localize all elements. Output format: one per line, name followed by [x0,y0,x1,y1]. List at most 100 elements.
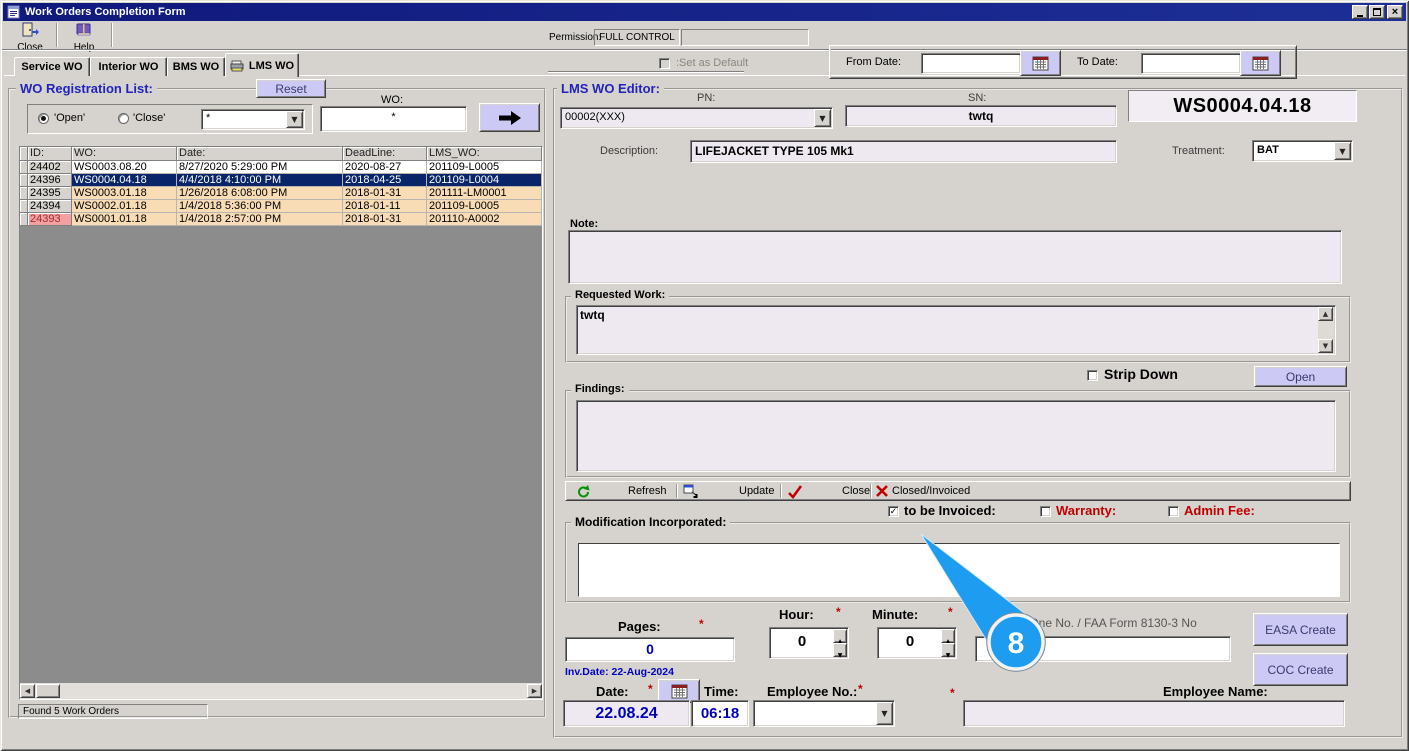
tab-lms-wo-label: LMS WO [248,59,295,72]
update-button[interactable]: Update [680,483,780,500]
cell-date: 1/4/2018 2:57:00 PM [177,213,343,226]
chevron-down-icon[interactable]: ▼ [286,111,303,128]
wo-filter-label: WO: [381,94,403,106]
close-wo-button[interactable]: Close [784,483,876,500]
admin-fee-checkbox[interactable] [1168,506,1179,517]
pages-input[interactable]: 0 [565,637,735,662]
required-asterisk: * [858,682,863,696]
modification-label: Modification Incorporated: [571,515,731,529]
close-window-button[interactable]: × [1387,5,1403,19]
refresh-button[interactable]: Refresh [572,483,672,500]
cell-id: 24396 [28,174,72,187]
toolbar-separator [111,23,113,47]
reset-button[interactable]: Reset [256,79,326,98]
time-field[interactable]: 06:18 [691,700,749,727]
form-one-input[interactable] [975,636,1231,662]
permission-extra-box [681,29,809,46]
red-check-icon [788,485,803,499]
col-header-lms-wo[interactable]: LMS_WO: [427,147,542,161]
minimize-icon [1357,14,1363,17]
to-be-invoiced-label: to be Invoiced: [904,503,996,518]
chevron-down-icon[interactable]: ▼ [876,702,893,725]
restore-button[interactable] [1369,5,1385,19]
toolbar-help-button[interactable]: Help [61,22,107,53]
employee-name-field[interactable] [963,700,1345,727]
description-field[interactable]: LIFEJACKET TYPE 105 Mk1 [690,140,1117,163]
action-separator [870,484,872,498]
closed-invoiced-button[interactable]: Closed/Invoiced [874,483,1014,500]
grid-horizontal-scrollbar[interactable]: ◀ ▶ [20,683,542,699]
search-go-button[interactable] [479,103,540,132]
col-header-date[interactable]: Date: [177,147,343,161]
minute-spin-up[interactable]: ▲ [941,629,955,645]
down-arrow-icon: ▼ [837,652,843,659]
col-header-id[interactable]: ID: [28,147,72,161]
cell-deadline: 2018-01-31 [343,213,427,226]
from-date-calendar-button[interactable] [1020,50,1061,76]
wo-filter-input[interactable]: * [320,106,467,132]
open-radio[interactable] [38,113,49,124]
permission-value-box: FULL CONTROL [594,29,680,46]
admin-fee-label: Admin Fee: [1184,503,1255,518]
cell-wo: WS0002.01.18 [72,200,177,213]
open-button[interactable]: Open [1254,366,1347,387]
scroll-left-arrow[interactable]: ◀ [20,684,35,698]
calendar-icon [671,684,687,698]
row-header-cell [20,213,28,226]
from-date-input[interactable] [921,53,1021,74]
sn-field[interactable]: twtq [845,105,1117,127]
pn-value: 00002(XXX) [565,111,625,123]
pn-combobox[interactable]: 00002(XXX) ▼ [560,107,833,129]
to-date-input[interactable] [1141,53,1241,74]
chevron-down-icon[interactable]: ▼ [1334,142,1351,160]
requested-work-value: twtq [580,308,605,322]
treatment-label: Treatment: [1172,145,1225,157]
to-date-calendar-button[interactable] [1240,50,1281,76]
tab-lms-wo-active[interactable]: LMS WO [225,53,299,77]
coc-create-button[interactable]: COC Create [1253,653,1348,686]
scrollbar-thumb[interactable] [36,684,60,698]
cell-wo: WS0003.08.20 [72,161,177,174]
minimize-button[interactable] [1352,5,1368,19]
scroll-up-arrow[interactable]: ▲ [1318,307,1333,321]
update-label: Update [739,485,775,497]
grid-corner [20,147,28,161]
close-radio[interactable] [118,113,129,124]
date-field[interactable]: 22.08.24 [563,700,690,727]
set-as-default-divider [548,71,744,73]
scroll-down-arrow[interactable]: ▼ [1318,339,1333,353]
strip-down-checkbox[interactable] [1087,370,1098,381]
easa-create-button[interactable]: EASA Create [1253,613,1348,646]
treatment-combobox[interactable]: BAT ▼ [1252,140,1353,162]
list-filter-combobox[interactable]: * ▼ [201,109,305,130]
tab-service-wo[interactable]: Service WO [14,57,90,76]
required-asterisk: * [699,617,704,631]
col-header-wo[interactable]: WO: [72,147,177,161]
chevron-down-icon[interactable]: ▼ [814,109,831,127]
minute-stepper[interactable]: 0 ▲ ▼ [877,627,957,659]
employee-no-combobox[interactable]: ▼ [753,700,895,727]
modification-textarea[interactable] [578,543,1340,597]
vertical-scrollbar[interactable]: ▲ ▼ [1318,307,1334,353]
action-separator [676,484,678,498]
editor-action-bar: Refresh Update Close Closed/Invoiced [565,481,1351,501]
requested-work-textarea[interactable]: twtq ▲ ▼ [576,305,1336,355]
warranty-checkbox[interactable] [1040,506,1051,517]
tab-bms-wo[interactable]: BMS WO [167,57,225,76]
minute-spin-down[interactable]: ▼ [941,643,955,659]
hour-spin-up[interactable]: ▲ [833,629,847,645]
status-bar: Found 5 Work Orders [18,704,208,719]
employee-no-label: Employee No.: [767,684,858,699]
hour-spin-down[interactable]: ▼ [833,643,847,659]
tab-interior-wo[interactable]: Interior WO [90,57,167,76]
toolbar-close-button[interactable]: Close [8,22,52,53]
work-orders-grid: ID: WO: Date: DeadLine: LMS_WO: 24402 WS… [19,146,543,700]
findings-textarea[interactable] [576,400,1336,472]
red-x-icon [876,485,888,497]
scroll-right-arrow[interactable]: ▶ [527,684,542,698]
hour-stepper[interactable]: 0 ▲ ▼ [769,627,849,659]
note-textarea[interactable] [568,230,1342,284]
col-header-deadline[interactable]: DeadLine: [343,147,427,161]
to-be-invoiced-checkbox[interactable]: ✓ [888,506,899,517]
set-as-default-checkbox[interactable] [659,58,670,69]
